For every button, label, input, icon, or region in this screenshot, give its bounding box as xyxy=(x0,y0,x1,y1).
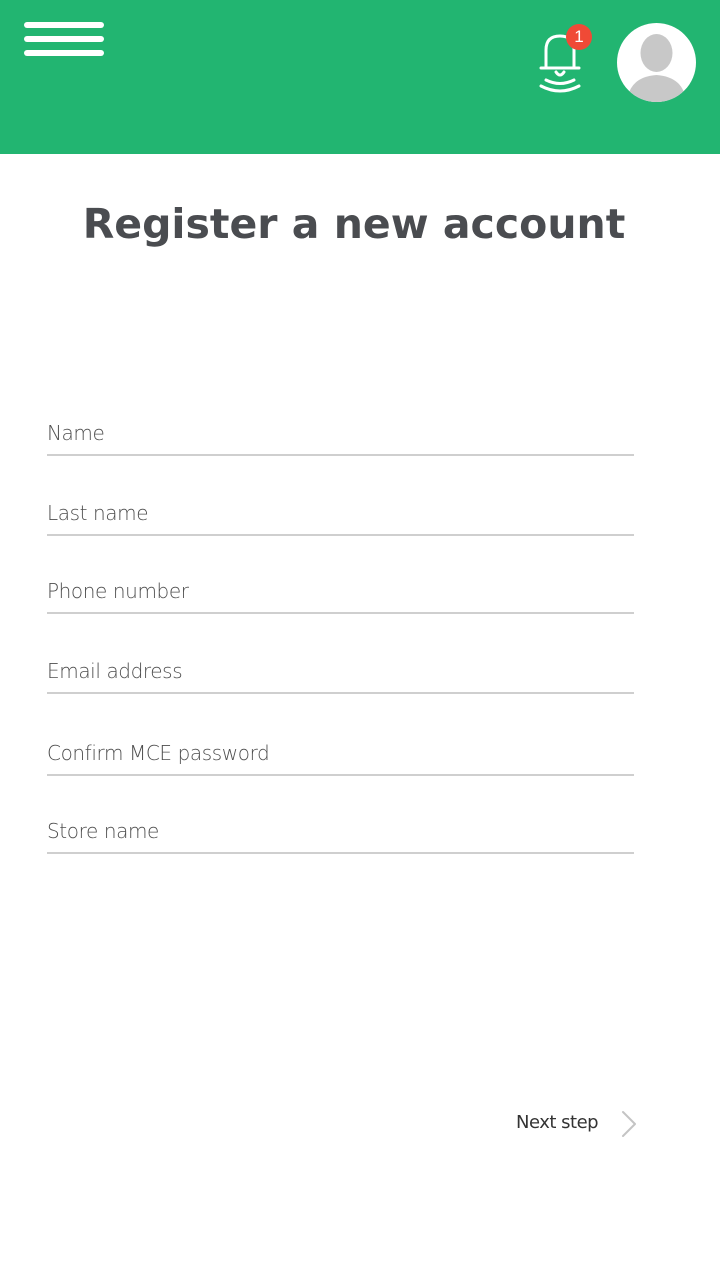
next-step-button[interactable]: Next step xyxy=(510,1104,640,1144)
next-step-label: Next step xyxy=(516,1112,599,1133)
menu-bar xyxy=(24,50,104,56)
store-name-field[interactable] xyxy=(47,812,634,854)
notification-badge: 1 xyxy=(566,24,592,50)
user-avatar-icon xyxy=(627,34,686,102)
menu-bar xyxy=(24,22,104,28)
notification-button[interactable]: 1 xyxy=(532,24,594,98)
app-header: 1 xyxy=(0,0,720,154)
hamburger-menu-icon[interactable] xyxy=(24,22,104,62)
user-avatar[interactable] xyxy=(617,23,696,102)
phone-number-field[interactable] xyxy=(47,572,634,614)
email-address-input[interactable] xyxy=(47,652,634,690)
last-name-input[interactable] xyxy=(47,494,634,532)
email-address-field[interactable] xyxy=(47,652,634,694)
last-name-field[interactable] xyxy=(47,494,634,536)
phone-number-input[interactable] xyxy=(47,572,634,610)
confirm-password-input[interactable] xyxy=(47,734,634,772)
name-input[interactable] xyxy=(47,414,634,452)
store-name-input[interactable] xyxy=(47,812,634,850)
menu-bar xyxy=(24,36,104,42)
chevron-right-icon xyxy=(622,1111,636,1137)
name-field[interactable] xyxy=(47,414,634,456)
confirm-password-field[interactable] xyxy=(47,734,634,776)
page-title: Register a new account xyxy=(82,200,626,248)
